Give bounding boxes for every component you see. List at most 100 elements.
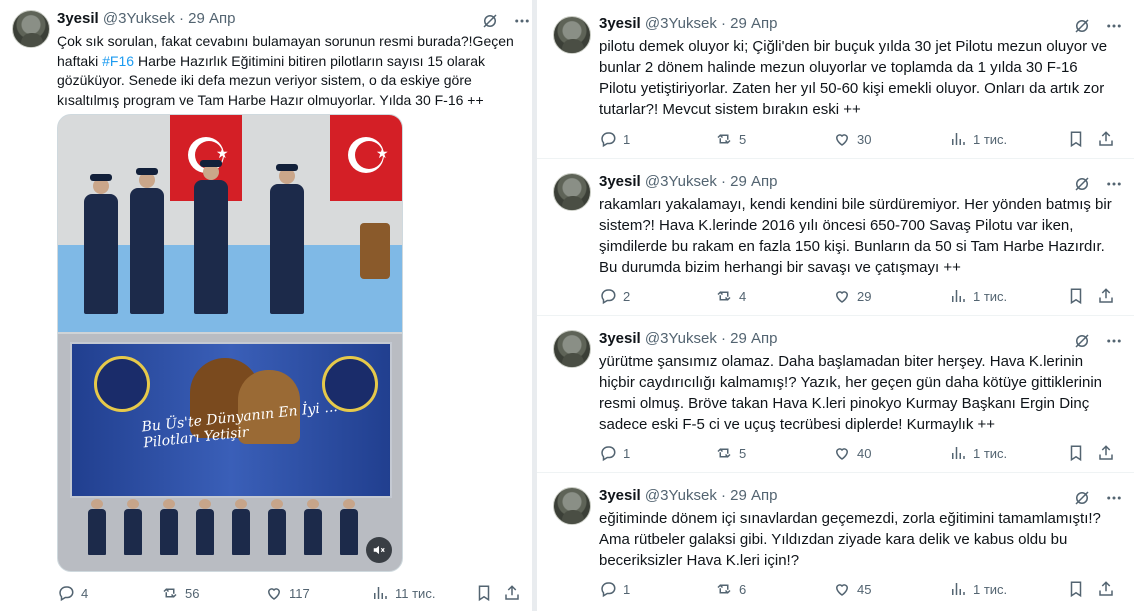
author-name[interactable]: 3yesil bbox=[599, 173, 641, 190]
cadet-figure bbox=[340, 499, 358, 555]
bookmark-button[interactable] bbox=[1067, 444, 1085, 462]
share-icon bbox=[1099, 581, 1113, 596]
reply-button[interactable]: 1 bbox=[599, 580, 630, 598]
tweet-date[interactable]: 29 Апр bbox=[188, 10, 235, 27]
repost-button[interactable]: 6 bbox=[715, 580, 746, 598]
tweet-text: Çok sık sorulan, fakat cevabını bulamaya… bbox=[57, 32, 519, 110]
views-icon bbox=[952, 447, 965, 459]
heart-icon bbox=[267, 588, 281, 600]
avatar[interactable] bbox=[12, 10, 50, 48]
bookmark-button[interactable] bbox=[475, 584, 493, 602]
views-button[interactable]: 11 тис. bbox=[371, 584, 435, 602]
tweet-date[interactable]: 29 Апр bbox=[730, 173, 777, 190]
tweet-date[interactable]: 29 Апр bbox=[730, 15, 777, 32]
repost-button[interactable]: 5 bbox=[715, 130, 746, 148]
bookmark-icon bbox=[1070, 581, 1082, 598]
like-count: 45 bbox=[857, 581, 872, 597]
views-icon bbox=[952, 583, 965, 595]
share-icon bbox=[505, 585, 519, 600]
share-icon bbox=[1099, 131, 1113, 146]
repost-button[interactable]: 5 bbox=[715, 444, 746, 462]
repost-count: 4 bbox=[739, 288, 747, 304]
mute-icon[interactable] bbox=[366, 537, 392, 563]
reply-count: 1 bbox=[623, 581, 631, 597]
author-handle[interactable]: @3Yuksek bbox=[645, 487, 717, 504]
tweet-date[interactable]: 29 Апр bbox=[730, 487, 777, 504]
reply-icon bbox=[601, 289, 616, 305]
tweet-actions: 1 5 40 1 тис. bbox=[599, 444, 1119, 464]
reply-button[interactable]: 1 bbox=[599, 444, 630, 462]
share-button[interactable] bbox=[1097, 580, 1115, 598]
thread-tweet[interactable]: 3yesil @3Yuksek · 29 Апр pilotu demek ol… bbox=[537, 0, 1134, 159]
tweet-date[interactable]: 29 Апр bbox=[730, 330, 777, 347]
separator-dot: · bbox=[721, 173, 726, 190]
share-button[interactable] bbox=[1097, 444, 1115, 462]
bookmark-button[interactable] bbox=[1067, 580, 1085, 598]
author-name[interactable]: 3yesil bbox=[57, 10, 99, 27]
views-button[interactable]: 1 тис. bbox=[949, 130, 1007, 148]
repost-button[interactable]: 56 bbox=[161, 584, 199, 602]
reply-button[interactable]: 4 bbox=[57, 584, 88, 602]
repost-icon bbox=[717, 448, 731, 458]
view-count: 11 тис. bbox=[395, 585, 436, 601]
thread-tweet[interactable]: 3yesil @3Yuksek · 29 Апр eğitiminde döne… bbox=[537, 473, 1134, 611]
tweet-media[interactable]: ★ ★ Bu Üs'te Dünyanın En İyi ... Pilotla… bbox=[57, 114, 403, 572]
reply-icon bbox=[59, 586, 74, 602]
ceremony-photo[interactable]: ★ ★ bbox=[58, 115, 402, 332]
share-button[interactable] bbox=[503, 584, 521, 602]
avatar[interactable] bbox=[553, 330, 591, 368]
officer-figure bbox=[194, 160, 228, 314]
author-handle[interactable]: @3Yuksek bbox=[645, 173, 717, 190]
like-button[interactable]: 29 bbox=[833, 287, 871, 305]
tweet-actions: 4 56 117 11 тис. bbox=[57, 584, 519, 604]
views-button[interactable]: 1 тис. bbox=[949, 444, 1007, 462]
hashtag-link[interactable]: #F16 bbox=[102, 53, 134, 69]
thread-tweet[interactable]: 3yesil @3Yuksek · 29 Апр yürütme şansımı… bbox=[537, 316, 1134, 473]
repost-count: 5 bbox=[739, 131, 747, 147]
author-name[interactable]: 3yesil bbox=[599, 487, 641, 504]
repost-count: 56 bbox=[185, 585, 200, 601]
view-count: 1 тис. bbox=[973, 288, 1008, 304]
avatar[interactable] bbox=[553, 173, 591, 211]
separator-dot: · bbox=[721, 15, 726, 32]
separator-dot: · bbox=[721, 330, 726, 347]
like-button[interactable]: 117 bbox=[265, 584, 310, 602]
like-button[interactable]: 30 bbox=[833, 130, 871, 148]
reply-button[interactable]: 2 bbox=[599, 287, 630, 305]
share-button[interactable] bbox=[1097, 130, 1115, 148]
tweet-text: eğitiminde dönem içi sınavlardan geçemez… bbox=[599, 510, 1101, 569]
share-icon bbox=[1099, 445, 1113, 460]
bookmark-icon bbox=[1070, 288, 1082, 305]
share-button[interactable] bbox=[1097, 287, 1115, 305]
officer-figure bbox=[84, 174, 118, 314]
author-handle[interactable]: @3Yuksek bbox=[645, 15, 717, 32]
repost-button[interactable]: 4 bbox=[715, 287, 746, 305]
bookmark-button[interactable] bbox=[1067, 287, 1085, 305]
author-name[interactable]: 3yesil bbox=[599, 15, 641, 32]
avatar[interactable] bbox=[553, 16, 591, 54]
views-button[interactable]: 1 тис. bbox=[949, 580, 1007, 598]
like-count: 40 bbox=[857, 445, 872, 461]
tweet-text: yürütme şansımız olamaz. Daha başlamadan… bbox=[599, 353, 1103, 433]
banner-photo[interactable]: Bu Üs'te Dünyanın En İyi ... Pilotları Y… bbox=[58, 334, 402, 571]
thread-tweet[interactable]: 3yesil @3Yuksek · 29 Апр rakamları yakal… bbox=[537, 159, 1134, 316]
repost-count: 5 bbox=[739, 445, 747, 461]
author-handle[interactable]: @3Yuksek bbox=[645, 330, 717, 347]
view-count: 1 тис. bbox=[973, 445, 1008, 461]
author-handle[interactable]: @3Yuksek bbox=[103, 10, 175, 27]
like-button[interactable]: 40 bbox=[833, 444, 871, 462]
views-icon bbox=[374, 587, 387, 599]
reply-button[interactable]: 1 bbox=[599, 130, 630, 148]
views-button[interactable]: 1 тис. bbox=[949, 287, 1007, 305]
view-count: 1 тис. bbox=[973, 581, 1008, 597]
like-count: 117 bbox=[289, 585, 310, 601]
heart-icon bbox=[835, 448, 849, 460]
like-count: 29 bbox=[857, 288, 872, 304]
avatar[interactable] bbox=[553, 487, 591, 525]
reply-icon bbox=[601, 582, 616, 598]
repost-count: 6 bbox=[739, 581, 747, 597]
author-name[interactable]: 3yesil bbox=[599, 330, 641, 347]
bookmark-button[interactable] bbox=[1067, 130, 1085, 148]
reply-icon bbox=[601, 446, 616, 462]
like-button[interactable]: 45 bbox=[833, 580, 871, 598]
